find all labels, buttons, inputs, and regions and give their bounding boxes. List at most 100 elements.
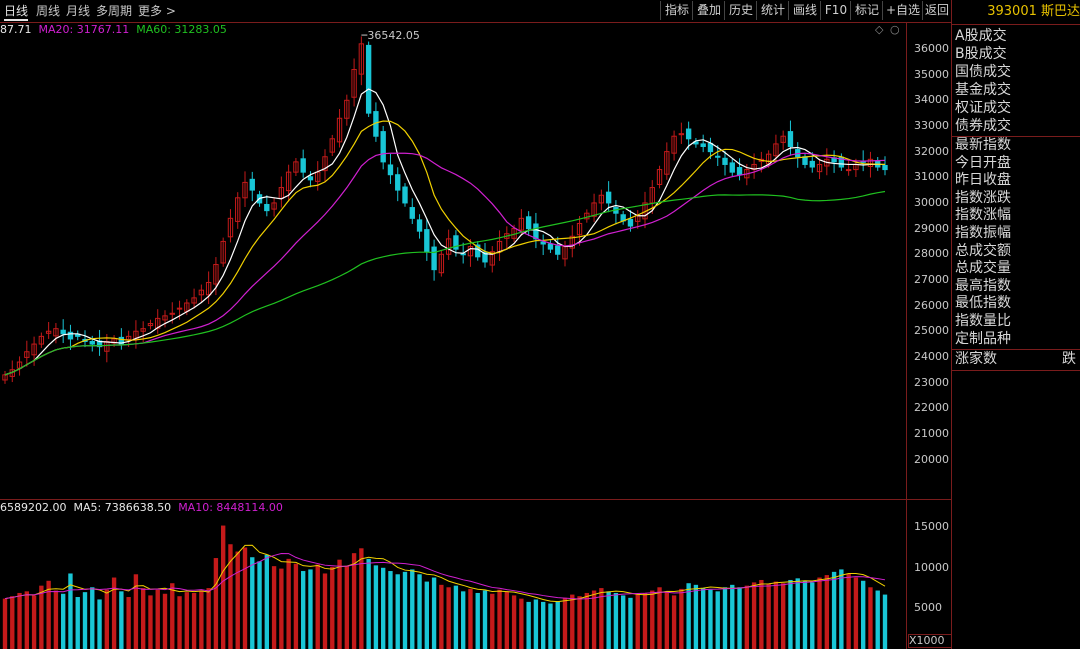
candle-body	[249, 178, 255, 191]
volume-bar	[10, 596, 15, 649]
mark-button[interactable]: 标记	[850, 1, 883, 20]
volume-bar	[781, 583, 786, 649]
candle-body	[555, 245, 561, 255]
volume-bar	[766, 584, 771, 649]
tab-monthly[interactable]: 月线	[66, 3, 90, 19]
footer-bottom-divider	[952, 370, 1080, 371]
price-tick-label: 35000	[914, 67, 949, 81]
turnover-item: 权证成交	[955, 100, 1011, 116]
volume-bar	[315, 564, 320, 649]
volume-bar	[482, 590, 488, 649]
volume-bar	[722, 587, 728, 649]
candle-body	[736, 167, 743, 176]
price-tick-label: 34000	[914, 93, 949, 107]
indicator-button[interactable]: 指标	[660, 1, 693, 20]
volume-bar	[82, 592, 88, 649]
price-tick-label: 27000	[914, 272, 949, 286]
volume-bar	[250, 557, 255, 649]
volume-bar	[191, 592, 197, 649]
price-tick-label: 23000	[914, 375, 949, 389]
candle-body	[627, 218, 634, 227]
candle-body	[89, 340, 95, 345]
advancers-label: 涨家数	[955, 351, 997, 367]
candle-body	[431, 246, 437, 271]
quote-title: 393001 斯巴达	[987, 4, 1080, 19]
candle-body	[715, 155, 721, 158]
decliners-label: 跌	[1062, 351, 1076, 367]
volume-bar	[439, 584, 444, 649]
volume-bar	[504, 591, 509, 649]
volume-bar	[199, 590, 204, 649]
candle-body	[722, 157, 728, 165]
volume-bar	[751, 582, 757, 649]
overlay-button[interactable]: 叠加	[692, 1, 725, 20]
price-tick-label: 26000	[914, 298, 949, 312]
volume-bar	[53, 590, 59, 649]
volume-bar	[126, 597, 131, 649]
volume-bar	[468, 588, 473, 649]
candle-body	[409, 207, 415, 219]
draw-button[interactable]: 画线	[788, 1, 821, 20]
volume-bar	[475, 592, 480, 649]
volume-bar	[533, 599, 539, 649]
volume-bar	[861, 580, 866, 649]
tab-multi-period[interactable]: 多周期	[96, 3, 132, 19]
volume-bar	[344, 566, 349, 649]
back-button[interactable]: 返回	[922, 1, 951, 20]
volume-bar	[155, 589, 160, 649]
tab-daily[interactable]: 日线	[4, 3, 29, 21]
index-field-item: 昨日收盘	[955, 172, 1011, 189]
price-tick-label: 25000	[914, 324, 949, 338]
volume-bar	[526, 601, 531, 649]
kline-chart[interactable]	[0, 22, 906, 649]
f10-button[interactable]: F10	[820, 1, 851, 20]
stats-button[interactable]: 统计	[756, 1, 789, 20]
volume-bar	[119, 591, 124, 649]
volume-bar	[322, 573, 328, 649]
volume-bar	[788, 579, 793, 649]
volume-bar	[446, 587, 451, 649]
index-field-item: 最新指数	[955, 137, 1011, 153]
candle-body	[700, 143, 706, 147]
volume-bar	[759, 579, 764, 649]
candle-body	[307, 176, 314, 181]
quote-title-divider	[952, 24, 1080, 25]
index-field-item: 指数振幅	[955, 225, 1011, 241]
tab-weekly[interactable]: 周线	[36, 3, 60, 19]
volume-bar	[75, 597, 80, 649]
price-tick-label: 36000	[914, 41, 949, 55]
index-field-item: 今日开盘	[955, 154, 1011, 171]
ma-line-ma60	[4, 190, 886, 376]
ma-line-ma20	[4, 152, 886, 376]
price-tick-label: 22000	[914, 401, 949, 415]
price-tick-label: 24000	[914, 349, 949, 363]
volume-bar	[613, 592, 619, 649]
candle-body	[424, 229, 430, 253]
volume-bar	[650, 590, 655, 649]
volume-bar	[242, 547, 248, 649]
volume-bar	[148, 595, 153, 649]
index-field-item: 指数量比	[955, 313, 1011, 329]
volume-bar	[366, 558, 371, 649]
volume-bar	[555, 601, 560, 649]
volume-bar	[810, 582, 815, 649]
volume-bar	[90, 587, 95, 649]
price-tick-label: 30000	[914, 195, 949, 209]
tab-more[interactable]: 更多 >	[138, 3, 176, 19]
volume-bar	[453, 585, 459, 649]
volume-bar	[2, 598, 8, 649]
volume-bar	[584, 592, 589, 649]
candle-body	[380, 131, 386, 163]
volume-bar	[853, 577, 859, 649]
volume-bar	[497, 589, 502, 649]
volume-bar	[351, 553, 357, 649]
volume-bar	[686, 583, 691, 649]
history-button[interactable]: 历史	[724, 1, 757, 20]
candle-body	[525, 216, 532, 230]
candle-body	[402, 186, 408, 204]
volume-bar	[839, 569, 844, 649]
volume-multiplier: X1000	[908, 634, 952, 648]
add-watchlist-button[interactable]: +自选	[882, 1, 923, 20]
volume-bar	[548, 603, 553, 649]
volume-bar	[431, 577, 437, 649]
